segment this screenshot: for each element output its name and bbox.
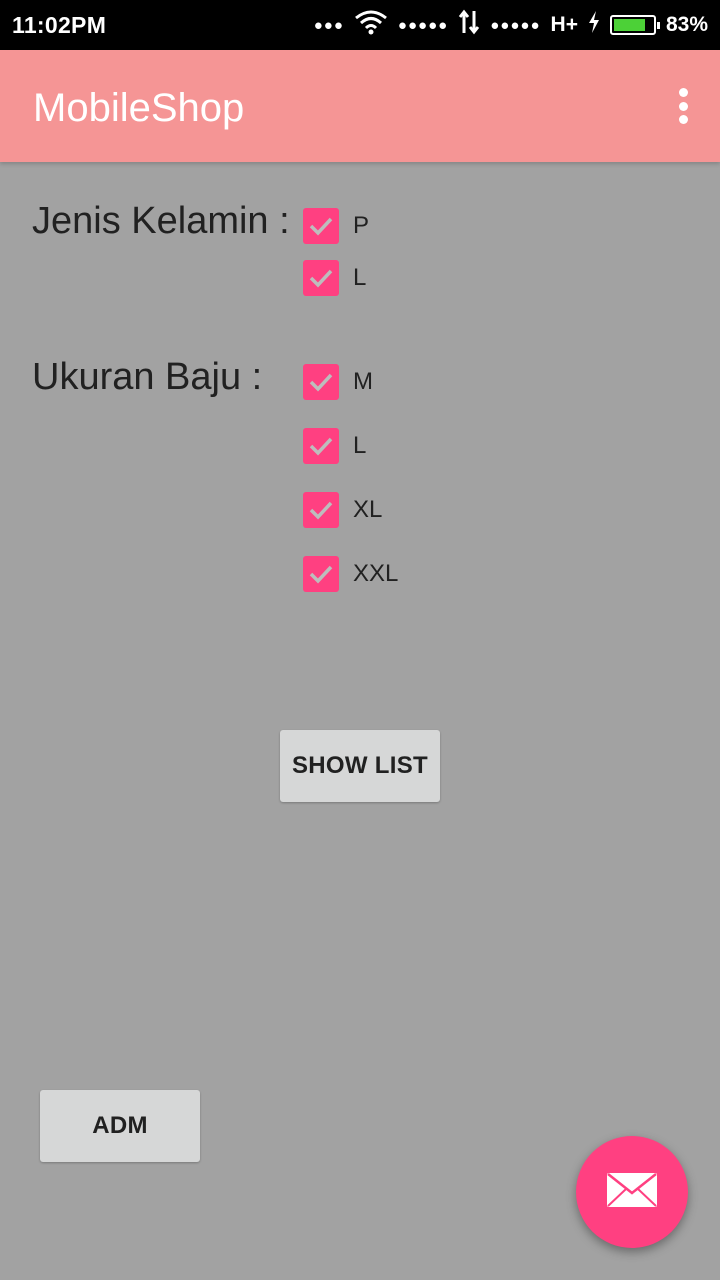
checkbox-size-l[interactable]: L xyxy=(303,428,366,464)
checkbox-checked-icon[interactable] xyxy=(303,556,339,592)
signal-dots-icon: ●●●●● xyxy=(397,16,449,34)
checkbox-checked-icon[interactable] xyxy=(303,208,339,244)
signal-dots-icon: ●●●●● xyxy=(490,16,541,34)
checkbox-label: P xyxy=(353,212,370,239)
battery-percent: 83% xyxy=(665,13,708,36)
checkbox-checked-icon[interactable] xyxy=(303,260,339,296)
checkbox-checked-icon[interactable] xyxy=(303,492,339,528)
battery-fill xyxy=(613,19,645,31)
checkbox-label: XXL xyxy=(353,560,399,587)
app-bar: MobileShop xyxy=(0,50,720,162)
gender-label: Jenis Kelamin : xyxy=(32,200,290,242)
checkbox-label: L xyxy=(353,432,367,459)
checkbox-label: L xyxy=(353,264,367,291)
charging-icon xyxy=(588,11,600,39)
checkbox-label: M xyxy=(353,368,373,395)
data-arrows-icon xyxy=(458,9,480,41)
mail-icon xyxy=(606,1172,658,1213)
checkbox-checked-icon[interactable] xyxy=(303,364,339,400)
app-title: MobileShop xyxy=(33,86,245,130)
mail-fab-button[interactable] xyxy=(576,1136,688,1248)
more-dots-icon: ●●● xyxy=(313,16,344,34)
adm-button[interactable]: ADM xyxy=(40,1090,200,1162)
checkbox-gender-p[interactable]: P xyxy=(303,208,369,244)
checkbox-checked-icon[interactable] xyxy=(303,428,339,464)
battery-icon xyxy=(609,15,660,35)
wifi-icon xyxy=(354,9,388,41)
overflow-menu-icon[interactable] xyxy=(676,88,690,124)
checkbox-size-xl[interactable]: XL xyxy=(303,492,382,528)
network-type: H+ xyxy=(550,13,578,36)
checkbox-gender-l[interactable]: L xyxy=(303,260,366,296)
status-time: 11:02PM xyxy=(12,12,107,38)
checkbox-size-xxl[interactable]: XXL xyxy=(303,556,398,592)
show-list-button[interactable]: SHOW LIST xyxy=(280,730,440,802)
status-bar: 11:02PM ●●● ●●●●● ●●●●● H+ 83% xyxy=(0,0,720,50)
status-icons: ●●● ●●●●● ●●●●● H+ 83% xyxy=(313,9,708,41)
checkbox-size-m[interactable]: M xyxy=(303,364,373,400)
checkbox-label: XL xyxy=(353,496,383,523)
size-label: Ukuran Baju : xyxy=(32,356,263,398)
